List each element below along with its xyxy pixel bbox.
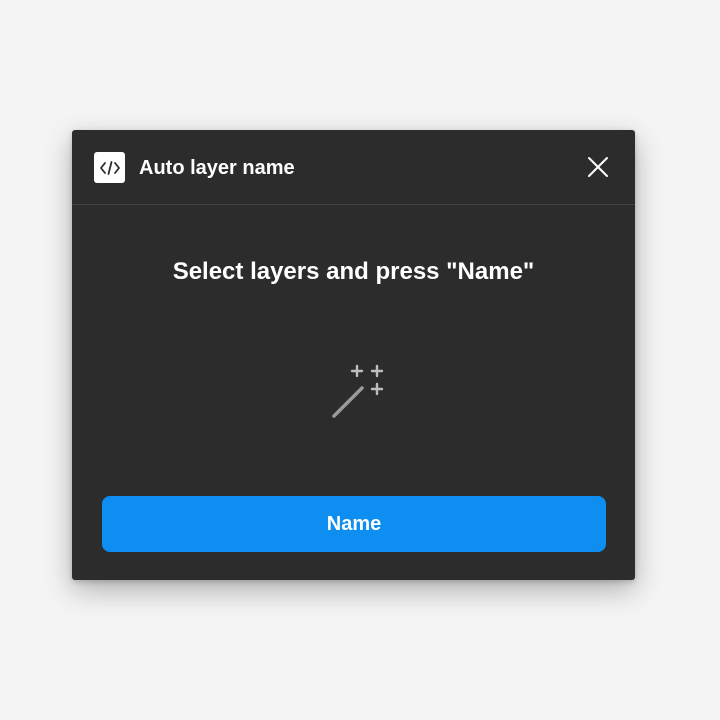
dialog-title: Auto layer name (139, 157, 295, 179)
magic-wand-icon (332, 364, 384, 418)
canvas-background: Auto layer name Select layers and press … (0, 0, 720, 720)
name-button[interactable]: Name (102, 496, 606, 552)
plugin-dialog: Auto layer name Select layers and press … (72, 130, 635, 580)
close-button[interactable] (583, 152, 613, 182)
instruction-text: Select layers and press "Name" (172, 258, 535, 285)
code-brackets-icon (94, 152, 125, 183)
dialog-header: Auto layer name (72, 130, 635, 205)
close-icon (588, 157, 608, 177)
